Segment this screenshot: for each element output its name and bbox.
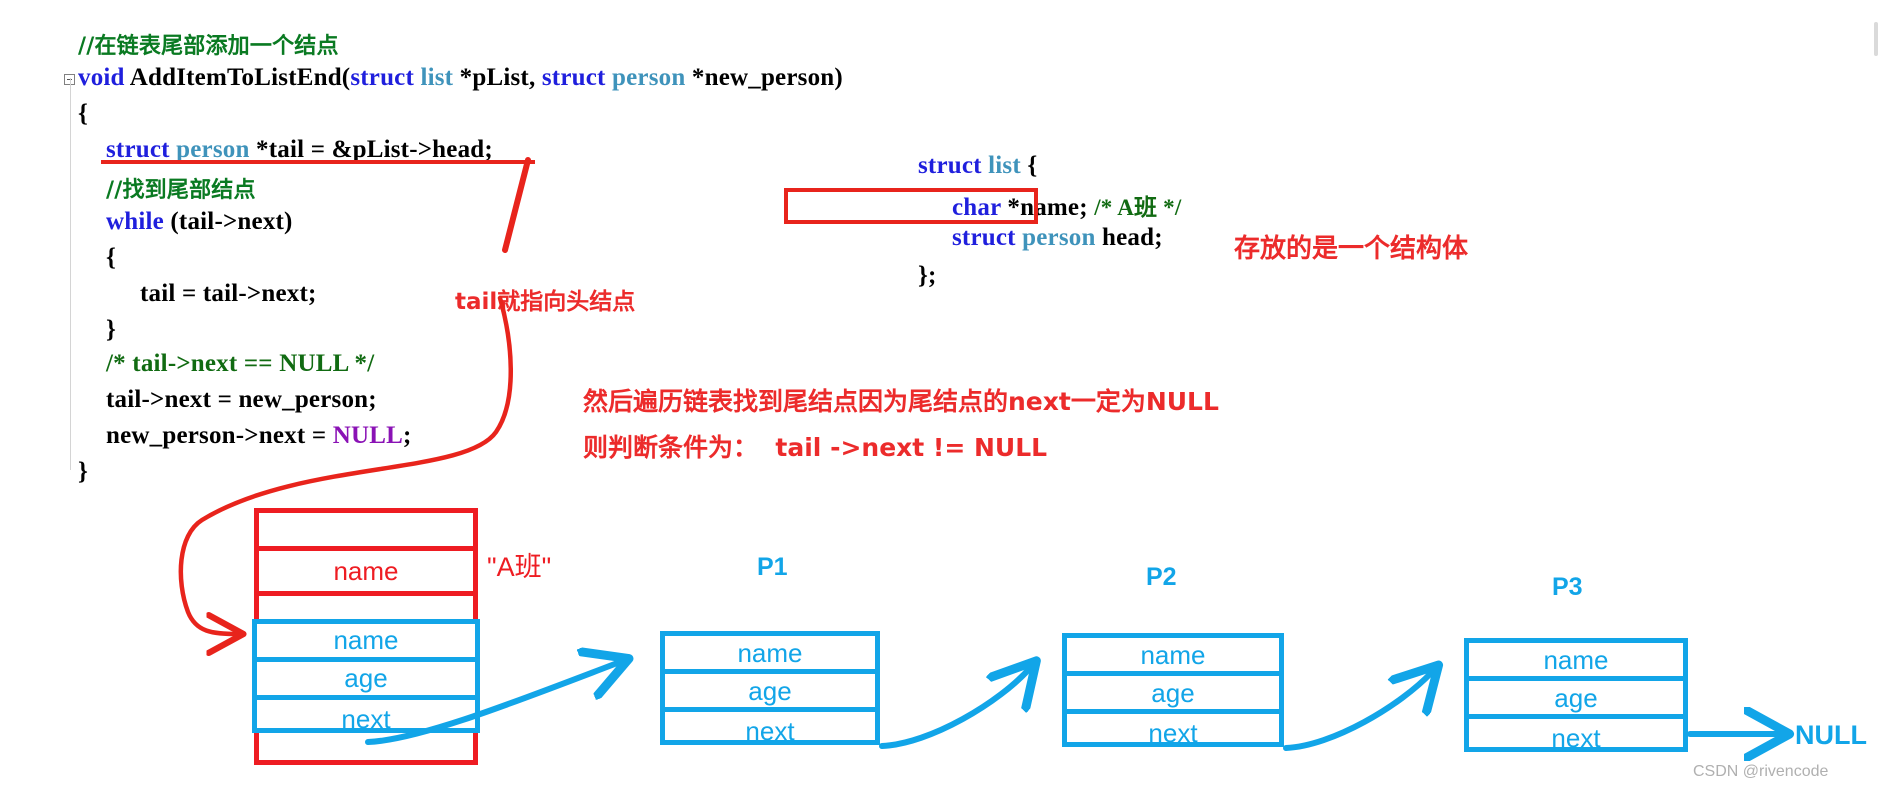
head-inner-cell-next: next <box>341 703 391 734</box>
tail-assignment: *tail = &pList->head; <box>249 136 493 163</box>
type-list-1: list <box>414 64 454 91</box>
code-inner-brace-open: { <box>106 244 117 271</box>
node-label-p3: P3 <box>1552 573 1583 601</box>
null-terminator-label: NULL <box>1795 720 1867 750</box>
annotation-traverse-line1: 然后遍历链表找到尾结点因为尾结点的next一定为NULL <box>583 387 1219 416</box>
keyword-struct-5: struct <box>952 224 1016 251</box>
struct-member-head: struct person head; <box>952 224 1163 252</box>
code-brace-close: } <box>78 458 89 485</box>
type-person-3: person <box>1015 224 1096 251</box>
annotation-stores-struct: 存放的是一个结构体 <box>1234 234 1469 264</box>
type-person-2: person <box>169 136 250 163</box>
code-link-new-person: tail->next = new_person; <box>106 386 377 413</box>
keyword-struct-1: struct <box>350 64 415 91</box>
new-person-next: new_person->next = <box>106 422 333 449</box>
code-inner-brace-close: } <box>106 316 117 343</box>
p3-cell-next: next <box>1551 723 1601 753</box>
link-arrow-p1-to-p2 <box>879 668 1030 749</box>
type-person-1: person <box>605 64 686 91</box>
code-tail-advance: tail = tail->next; <box>140 280 317 307</box>
node-p2: name age next <box>1062 633 1284 747</box>
function-name: AddItemToListEnd( <box>124 64 351 91</box>
head-outer-row-0 <box>259 513 473 551</box>
code-brace-open: { <box>78 100 89 127</box>
p2-cell-age: age <box>1067 676 1279 714</box>
while-condition: (tail->next) <box>163 208 293 235</box>
code-function-signature: void AddItemToListEnd(struct list *pList… <box>78 64 843 92</box>
annotation-tail-points-head: tail就指向头结点 <box>455 289 636 315</box>
p1-cell-next: next <box>745 716 795 746</box>
head-inner-cell-age: age <box>257 662 475 700</box>
scrollbar-thumb[interactable] <box>1874 22 1878 56</box>
p1-cell-name: name <box>665 636 875 674</box>
head-outer-row-name: name <box>259 551 473 596</box>
code-comment-add-node: //在链表尾部添加一个结点 <box>78 34 339 59</box>
node-label-p1: P1 <box>757 553 788 581</box>
p3-cell-name: name <box>1469 643 1683 681</box>
code-while-loop: while (tail->next) <box>106 208 293 236</box>
type-list-2: list <box>981 152 1021 179</box>
node-p3: name age next <box>1464 638 1688 752</box>
head-node-inner-box: name age next <box>252 619 480 734</box>
red-pointer-tail-decl <box>502 157 531 253</box>
p1-cell-age: age <box>665 674 875 712</box>
code-comment-find-tail: //找到尾部结点 <box>106 178 256 203</box>
code-comment-tail-null: /* tail->next == NULL */ <box>106 350 375 377</box>
comment-a-class: /* A班 */ <box>1094 195 1182 220</box>
semicolon: ; <box>403 422 412 449</box>
keyword-void: void <box>78 64 125 91</box>
code-set-next-null: new_person->next = NULL; <box>106 422 412 450</box>
struct-list-header: struct list { <box>918 152 1037 180</box>
red-underline-tail-decl <box>101 160 535 164</box>
node-label-p2: P2 <box>1146 563 1177 591</box>
link-arrow-p2-to-p3 <box>1283 672 1432 751</box>
head-inner-cell-name: name <box>257 624 475 662</box>
node-p1: name age next <box>660 631 880 745</box>
param-new-person: *new_person) <box>685 64 843 91</box>
highlight-box-head-member <box>784 188 1038 224</box>
keyword-struct-3: struct <box>106 136 170 163</box>
screenshot-canvas: //在链表尾部添加一个结点 void AddItemToListEnd(stru… <box>0 0 1880 791</box>
null-literal: NULL <box>332 422 403 449</box>
struct-open-brace: { <box>1020 152 1038 179</box>
p3-cell-age: age <box>1469 681 1683 719</box>
label-a-class-value: "A班" <box>487 552 552 582</box>
keyword-struct-4: struct <box>918 152 982 179</box>
annotation-traverse-line2: 则判断条件为： tail ->next != NULL <box>583 433 1048 462</box>
member-head-decl: head; <box>1095 224 1163 251</box>
p2-cell-name: name <box>1067 638 1279 676</box>
p2-cell-next: next <box>1148 718 1198 748</box>
struct-close-brace: }; <box>918 262 937 289</box>
keyword-while: while <box>106 208 164 235</box>
keyword-struct-2: struct <box>541 64 606 91</box>
watermark-text: CSDN @rivencode <box>1693 763 1829 780</box>
code-indent-guide <box>70 78 71 470</box>
param-plist: *pList, <box>453 64 542 91</box>
